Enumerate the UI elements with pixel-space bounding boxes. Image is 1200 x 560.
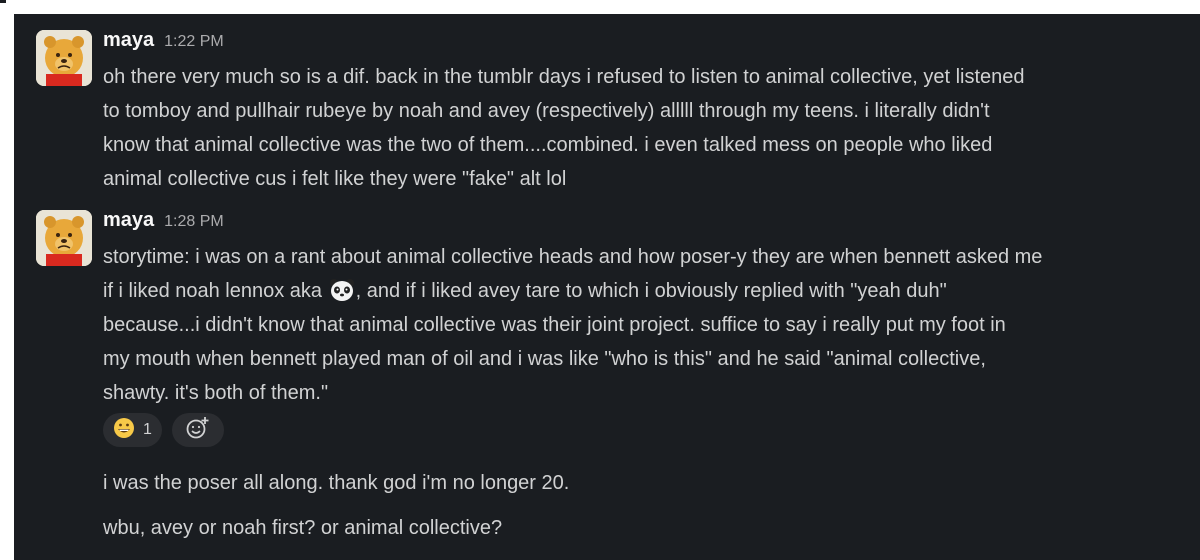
reaction-count: 1 (143, 421, 152, 438)
message-line: my mouth when bennett played man of oil … (103, 348, 986, 370)
message-line: because...i didn't know that animal coll… (103, 314, 1006, 336)
message-line: to tomboy and pullhair rubeye by noah an… (103, 100, 990, 122)
message-header: maya 1:28 PM (103, 209, 224, 237)
avatar[interactable] (36, 210, 92, 266)
message-text: oh there very much so is a dif. back in … (103, 60, 1188, 196)
add-reaction-icon (185, 415, 211, 446)
followup-message-text: wbu, avey or noah first? or animal colle… (103, 517, 503, 539)
message-line: shawty. it's both of them." (103, 382, 329, 404)
message-line: animal collective cus i felt like they w… (103, 168, 567, 190)
message-header: maya 1:22 PM (103, 29, 224, 57)
message-line-segment: , and if i liked avey tare to which i ob… (355, 280, 947, 302)
followup-message-text: i was the poser all along. thank god i'm… (103, 472, 570, 494)
message-text: storytime: i was on a rant about animal … (103, 240, 1188, 410)
username[interactable]: maya (103, 209, 154, 232)
grinning-face-emoji-icon (113, 417, 135, 444)
timestamp[interactable]: 1:22 PM (164, 33, 224, 51)
timestamp[interactable]: 1:28 PM (164, 213, 224, 231)
message-line: oh there very much so is a dif. back in … (103, 66, 1025, 88)
reaction-grinning-face[interactable]: 1 (103, 413, 162, 447)
message-line: if i liked noah lennox aka , and if i li… (103, 274, 1188, 308)
username[interactable]: maya (103, 29, 154, 52)
reaction-bar: 1 (103, 413, 224, 447)
message-line: storytime: i was on a rant about animal … (103, 246, 1043, 268)
window-top-edge (0, 0, 1200, 14)
message-list: maya 1:22 PM oh there very much so is a … (14, 14, 1200, 560)
avatar[interactable] (36, 30, 92, 86)
message-line-segment: if i liked noah lennox aka (103, 280, 328, 302)
message-line: know that animal collective was the two … (103, 134, 993, 156)
add-reaction-button[interactable] (171, 413, 224, 447)
panda-emoji-icon (328, 278, 356, 302)
